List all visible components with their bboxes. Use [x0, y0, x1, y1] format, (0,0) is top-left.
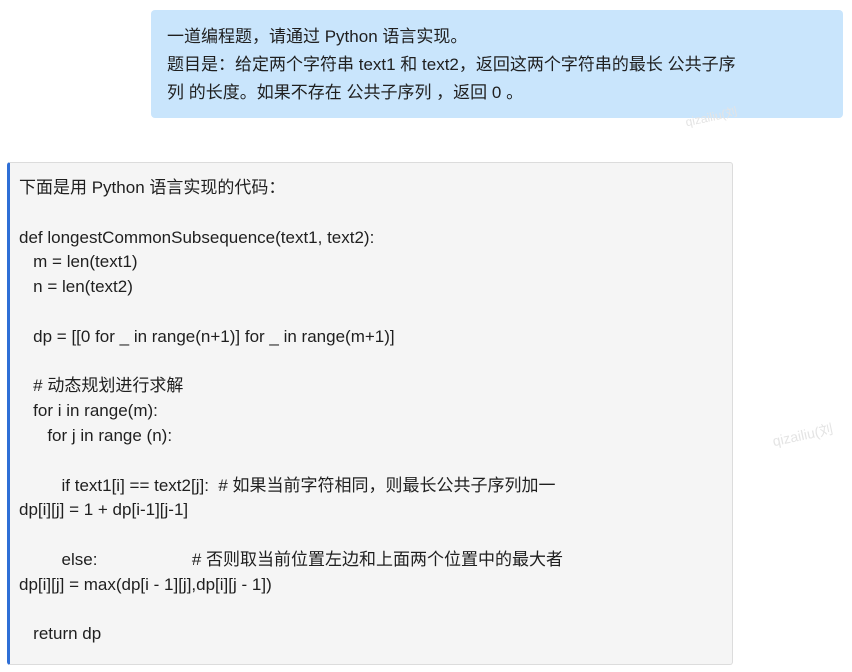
- user-message-line: 题目是：给定两个字符串 text1 和 text2，返回这两个字符串的最长 公共…: [167, 55, 736, 74]
- code-line: def longestCommonSubsequence(text1, text…: [19, 227, 375, 247]
- answer-intro-line: 下面是用 Python 语言实现的代码：: [19, 178, 286, 197]
- code-line: # 动态规划进行求解: [19, 376, 184, 396]
- code-line: if text1[i] == text2[j]: # 如果当前字符相同，则最长公…: [19, 475, 556, 495]
- code-line: dp[i][j] = 1 + dp[i-1][j-1]: [19, 500, 189, 520]
- watermark-text: qizailiu(刘: [771, 420, 835, 450]
- code-line: return dp: [19, 624, 102, 644]
- code-line: n = len(text2): [19, 277, 133, 297]
- user-message-line: 一道编程题，请通过 Python 语言实现。: [167, 27, 468, 46]
- chat-page: 一道编程题，请通过 Python 语言实现。 题目是：给定两个字符串 text1…: [0, 0, 852, 672]
- user-message-bubble: 一道编程题，请通过 Python 语言实现。 题目是：给定两个字符串 text1…: [151, 10, 843, 118]
- assistant-answer-box: 下面是用 Python 语言实现的代码： def longestCommonSu…: [7, 162, 733, 665]
- code-line: m = len(text1): [19, 252, 138, 272]
- code-line: dp[i][j] = max(dp[i - 1][j],dp[i][j - 1]…: [19, 574, 272, 594]
- code-line: else: # 否则取当前位置左边和上面两个位置中的最大者: [19, 549, 564, 569]
- code-line: for j in range (n):: [19, 425, 173, 445]
- code-line: for i in range(m):: [19, 401, 158, 421]
- code-line: dp = [[0 for _ in range(n+1)] for _ in r…: [19, 326, 395, 346]
